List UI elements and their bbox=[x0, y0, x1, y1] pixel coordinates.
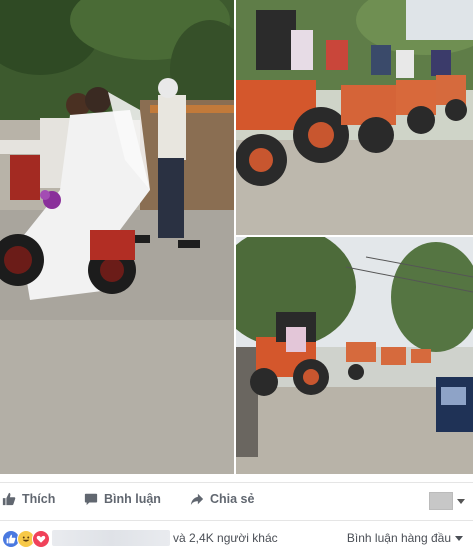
bride-groom-motorbike-photo[interactable] bbox=[0, 0, 234, 474]
chevron-down-icon bbox=[457, 498, 465, 504]
chevron-down-icon bbox=[455, 535, 463, 541]
like-button[interactable]: Thích bbox=[2, 492, 55, 506]
profile-thumbnail bbox=[429, 492, 453, 510]
reaction-count-text[interactable]: và 2,4K người khác bbox=[173, 531, 278, 545]
post-actions-bar: Thích Bình luận Chia sẻ bbox=[0, 482, 473, 515]
comment-sort-dropdown[interactable]: Bình luận hàng đầu bbox=[347, 531, 463, 545]
thumbs-up-icon bbox=[2, 492, 16, 506]
love-reaction-icon bbox=[32, 530, 50, 548]
comment-icon bbox=[84, 493, 98, 506]
photo-grid bbox=[0, 0, 473, 474]
like-label: Thích bbox=[22, 492, 56, 506]
blurred-reactor-names bbox=[52, 530, 170, 546]
reactions-summary: và 2,4K người khác Bình luận hàng đầu bbox=[0, 520, 473, 555]
share-label: Chia sẻ bbox=[210, 492, 255, 506]
tractor-convoy-photo-bottom[interactable] bbox=[236, 237, 473, 474]
share-arrow-icon bbox=[190, 493, 204, 506]
wedding-scene-image bbox=[0, 0, 234, 474]
sort-label: Bình luận hàng đầu bbox=[346, 531, 451, 545]
comment-button[interactable]: Bình luận bbox=[84, 492, 161, 506]
tractor-convoy-photo-top[interactable] bbox=[236, 0, 473, 235]
reaction-icons[interactable] bbox=[2, 530, 50, 548]
tractor-scene-image bbox=[236, 0, 473, 235]
audience-selector[interactable] bbox=[429, 492, 465, 510]
road-tractor-scene-image bbox=[236, 237, 473, 474]
share-button[interactable]: Chia sẻ bbox=[190, 492, 254, 506]
comment-label: Bình luận bbox=[104, 492, 161, 506]
